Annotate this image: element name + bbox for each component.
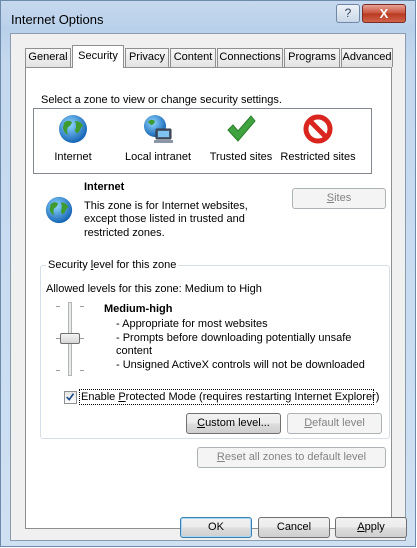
protected-mode-prefix: Enable xyxy=(81,391,119,403)
intranet-icon xyxy=(144,115,173,143)
tab-content[interactable]: Content xyxy=(170,48,216,67)
checkmark-icon xyxy=(66,393,75,401)
default-level-suffix: efault level xyxy=(312,417,365,429)
protected-mode-suffix: rotected Mode (requires restarting Inter… xyxy=(125,391,380,403)
zone-internet[interactable]: Internet xyxy=(48,109,98,173)
default-level-button[interactable]: Default level xyxy=(287,413,382,434)
slider-tick xyxy=(56,370,60,371)
slider-tick xyxy=(80,306,84,307)
custom-level-mnemonic: C xyxy=(197,417,206,429)
selected-zone-description-line: except those listed in trusted and xyxy=(84,213,245,225)
security-level-bullet: - Unsigned ActiveX controls will not be … xyxy=(116,359,365,371)
slider-tick xyxy=(80,370,84,371)
zone-select-prompt: Select a zone to view or change security… xyxy=(41,94,282,106)
security-level-bullet-continuation: content xyxy=(116,345,153,357)
apply-suffix: pply xyxy=(364,521,385,533)
no-entry-icon xyxy=(303,114,333,144)
sites-button-suffix: ites xyxy=(334,192,352,204)
reset-mnemonic: R xyxy=(216,451,225,463)
security-level-slider-thumb[interactable] xyxy=(60,333,80,344)
zone-trusted-sites[interactable]: Trusted sites xyxy=(204,109,278,173)
security-level-bullet: - Prompts before downloading potentially… xyxy=(116,332,352,344)
selected-zone-title: Internet xyxy=(84,181,125,193)
custom-level-suffix: ustom level... xyxy=(205,417,270,429)
zone-label: Internet xyxy=(54,151,92,163)
security-level-name: Medium-high xyxy=(104,303,173,315)
security-level-bullet: - Appropriate for most websites xyxy=(116,318,268,330)
sites-button[interactable]: Sites xyxy=(292,188,386,209)
apply-mnemonic: A xyxy=(357,521,365,533)
default-level-mnemonic: D xyxy=(304,417,313,429)
window-title: Internet Options xyxy=(11,12,104,27)
tab-advanced[interactable]: Advanced xyxy=(341,48,393,67)
allowed-levels-text: Allowed levels for this zone: Medium to … xyxy=(46,283,262,295)
zone-list: Internet Local intranet Trusted sites Re… xyxy=(33,108,372,174)
help-button[interactable]: ? xyxy=(336,4,360,23)
selected-zone-description-line: restricted zones. xyxy=(84,227,165,239)
globe-icon xyxy=(59,115,87,143)
reset-suffix: eset all zones to default level xyxy=(224,451,367,463)
globe-icon xyxy=(45,196,73,224)
security-level-group-title: Security level for this zone xyxy=(46,259,179,271)
protected-mode-checkbox[interactable] xyxy=(64,391,77,404)
tab-programs[interactable]: Programs xyxy=(284,48,340,67)
sites-button-mnemonic: S xyxy=(326,192,335,204)
zone-label: Restricted sites xyxy=(280,151,356,163)
zone-restricted-sites[interactable]: Restricted sites xyxy=(280,109,356,173)
zone-label: Local intranet xyxy=(124,151,192,163)
tab-security[interactable]: Security xyxy=(72,45,124,68)
tab-privacy[interactable]: Privacy xyxy=(125,48,169,67)
custom-level-button[interactable]: Custom level... xyxy=(186,413,281,434)
slider-tick xyxy=(80,338,84,339)
group-title-prefix: Security xyxy=(48,259,91,271)
checkmark-icon xyxy=(227,115,256,142)
ok-button[interactable]: OK xyxy=(180,517,252,538)
protected-mode-mnemonic: P xyxy=(118,391,126,403)
cancel-button[interactable]: Cancel xyxy=(258,517,330,538)
close-button[interactable]: X xyxy=(362,4,406,23)
reset-all-zones-button[interactable]: Reset all zones to default level xyxy=(197,447,386,468)
tab-connections[interactable]: Connections xyxy=(217,48,283,67)
slider-tick xyxy=(56,306,60,307)
protected-mode-label[interactable]: Enable Protected Mode (requires restarti… xyxy=(81,391,379,403)
zone-local-intranet[interactable]: Local intranet xyxy=(118,109,198,173)
apply-button[interactable]: Apply xyxy=(335,517,407,538)
tab-general[interactable]: General xyxy=(25,48,71,67)
group-title-suffix: evel for this zone xyxy=(93,259,177,271)
zone-label: Trusted sites xyxy=(209,151,273,163)
selected-zone-description-line: This zone is for Internet websites, xyxy=(84,200,248,212)
